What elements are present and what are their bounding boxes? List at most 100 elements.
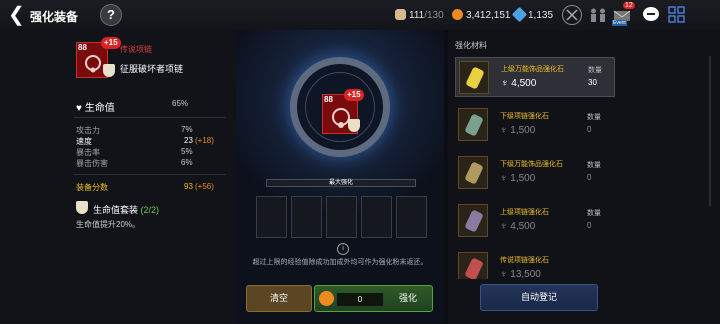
stat-label: 速度 [76,137,92,146]
clear-button[interactable]: 清空 [246,285,312,312]
qty-label: 数量 [587,162,601,169]
page-title: 强化装备 [30,10,79,24]
material-name: 下级万能饰品强化石 [500,161,563,168]
qty-value: 30 [588,78,597,87]
back-button[interactable]: ❮ [8,4,26,26]
event-label: Event [612,20,627,26]
material-item[interactable]: 下级项链强化石 ♆ 1,500 数量 0 [455,105,615,145]
auto-register-button[interactable]: 自动登记 [480,284,598,311]
stone-icon [464,209,484,233]
qty-label: 数量 [587,114,601,121]
material-slot[interactable] [291,196,322,238]
qty-value: 0 [587,125,592,134]
material-name: 传说项链强化石 [500,257,549,264]
stamina-icon [395,9,406,20]
item-detail-panel [0,30,236,324]
item-name: 征服破坏者项链 [120,64,184,74]
heart-icon: ♥ [76,103,82,114]
grid-menu-icon[interactable] [667,5,687,25]
item-enhance-badge: +15 [101,37,121,49]
group-icon[interactable] [588,5,608,25]
stamina-max: /130 [424,10,444,21]
chat-icon[interactable] [641,5,661,25]
trophy-icon: ♆ [500,125,508,136]
gem-display: 1,135 [511,6,554,23]
material-item[interactable]: 下级万能饰品强化石 ♆ 1,500 数量 0 [455,153,615,193]
item-enhance-badge: +15 [344,89,364,101]
item-rarity: 传说项链 [120,45,152,54]
score-label: 装备分数 [76,183,108,192]
material-thumbnail [458,108,488,141]
stone-icon [464,113,484,137]
stat-value: 5% [181,147,193,156]
main-stat-label: ♥ 生命值 [76,103,115,114]
crossed-swords-icon[interactable] [562,5,582,25]
stone-icon [465,66,485,90]
material-price: ♆ 1,500 [500,173,536,184]
set-shield-icon [348,119,360,132]
gold-value: 3,412,151 [466,10,511,21]
overflow-note: 超过上限的经验值除成功加成外均可作为强化粉末返还。 [252,259,428,266]
item-level: 88 [324,95,333,104]
trophy-icon: ♆ [501,78,509,89]
material-item[interactable]: 传说项链强化石 ♆ 13,500 [455,249,615,279]
set-name: 生命值套装 (2/2) [93,205,160,215]
material-name: 下级项链强化石 [500,113,549,120]
trophy-icon: ♆ [500,173,508,184]
stamina-display: 111/130 [395,9,444,21]
material-slot[interactable] [396,196,427,238]
qty-label: 数量 [587,210,601,217]
mail-badge: 12 [623,2,635,9]
gem-icon [511,6,528,23]
trophy-icon: ♆ [500,221,508,232]
stone-icon [464,161,484,185]
stat-value: 7% [181,125,193,134]
materials-header: 强化材料 [455,41,487,50]
trophy-icon: ♆ [500,269,508,279]
material-slot[interactable] [326,196,357,238]
qty-value: 0 [587,221,592,230]
material-price: ♆ 4,500 [501,78,537,89]
max-enhance-label: 最大强化 [328,180,353,186]
set-shield-icon [76,201,88,214]
material-name: 上级万能饰品强化石 [501,66,564,73]
stat-label: 暴击伤害 [76,159,108,168]
material-name: 上级项链强化石 [500,209,549,216]
set-description: 生命值提升20%。 [76,220,141,229]
material-slot[interactable] [361,196,392,238]
material-thumbnail [459,61,489,94]
material-price: ♆ 13,500 [500,269,541,279]
material-thumbnail [458,156,488,189]
material-item[interactable]: 上级项链强化石 ♆ 4,500 数量 0 [455,201,615,241]
divider [74,117,226,118]
material-price: ♆ 4,500 [500,221,536,232]
stat-value: 6% [181,158,193,167]
stone-icon [464,257,484,279]
set-shield-icon [103,64,115,77]
enhance-cost: 0 [337,293,383,306]
help-button[interactable]: ? [100,4,122,26]
info-icon[interactable]: i [337,243,349,255]
gold-icon [452,9,463,20]
material-thumbnail [458,252,488,279]
material-price: ♆ 1,500 [500,125,536,136]
enhance-label: 强化 [398,293,417,303]
enhance-button[interactable]: 0 强化 [314,285,433,312]
mail-icon[interactable]: 12 Event [612,2,635,26]
gem-value: 1,135 [528,10,554,21]
material-item[interactable]: 上级万能饰品强化石 ♆ 4,500 数量 30 [455,57,615,97]
stat-label: 暴击率 [76,148,100,157]
divider [74,174,226,175]
material-thumbnail [458,204,488,237]
qty-label: 数量 [588,67,602,74]
gold-display: 3,412,151 [452,9,511,21]
main-stat-value: 65% [172,99,189,108]
stat-label: 攻击力 [76,126,100,135]
gold-coin-icon [319,291,334,306]
materials-scrollbar[interactable] [709,56,711,206]
material-slot[interactable] [256,196,287,238]
score-bonus: (+56) [195,182,214,191]
score-value: 93 [184,182,193,191]
stat-bonus: (+18) [195,136,214,145]
stat-value: 23 [184,136,193,145]
